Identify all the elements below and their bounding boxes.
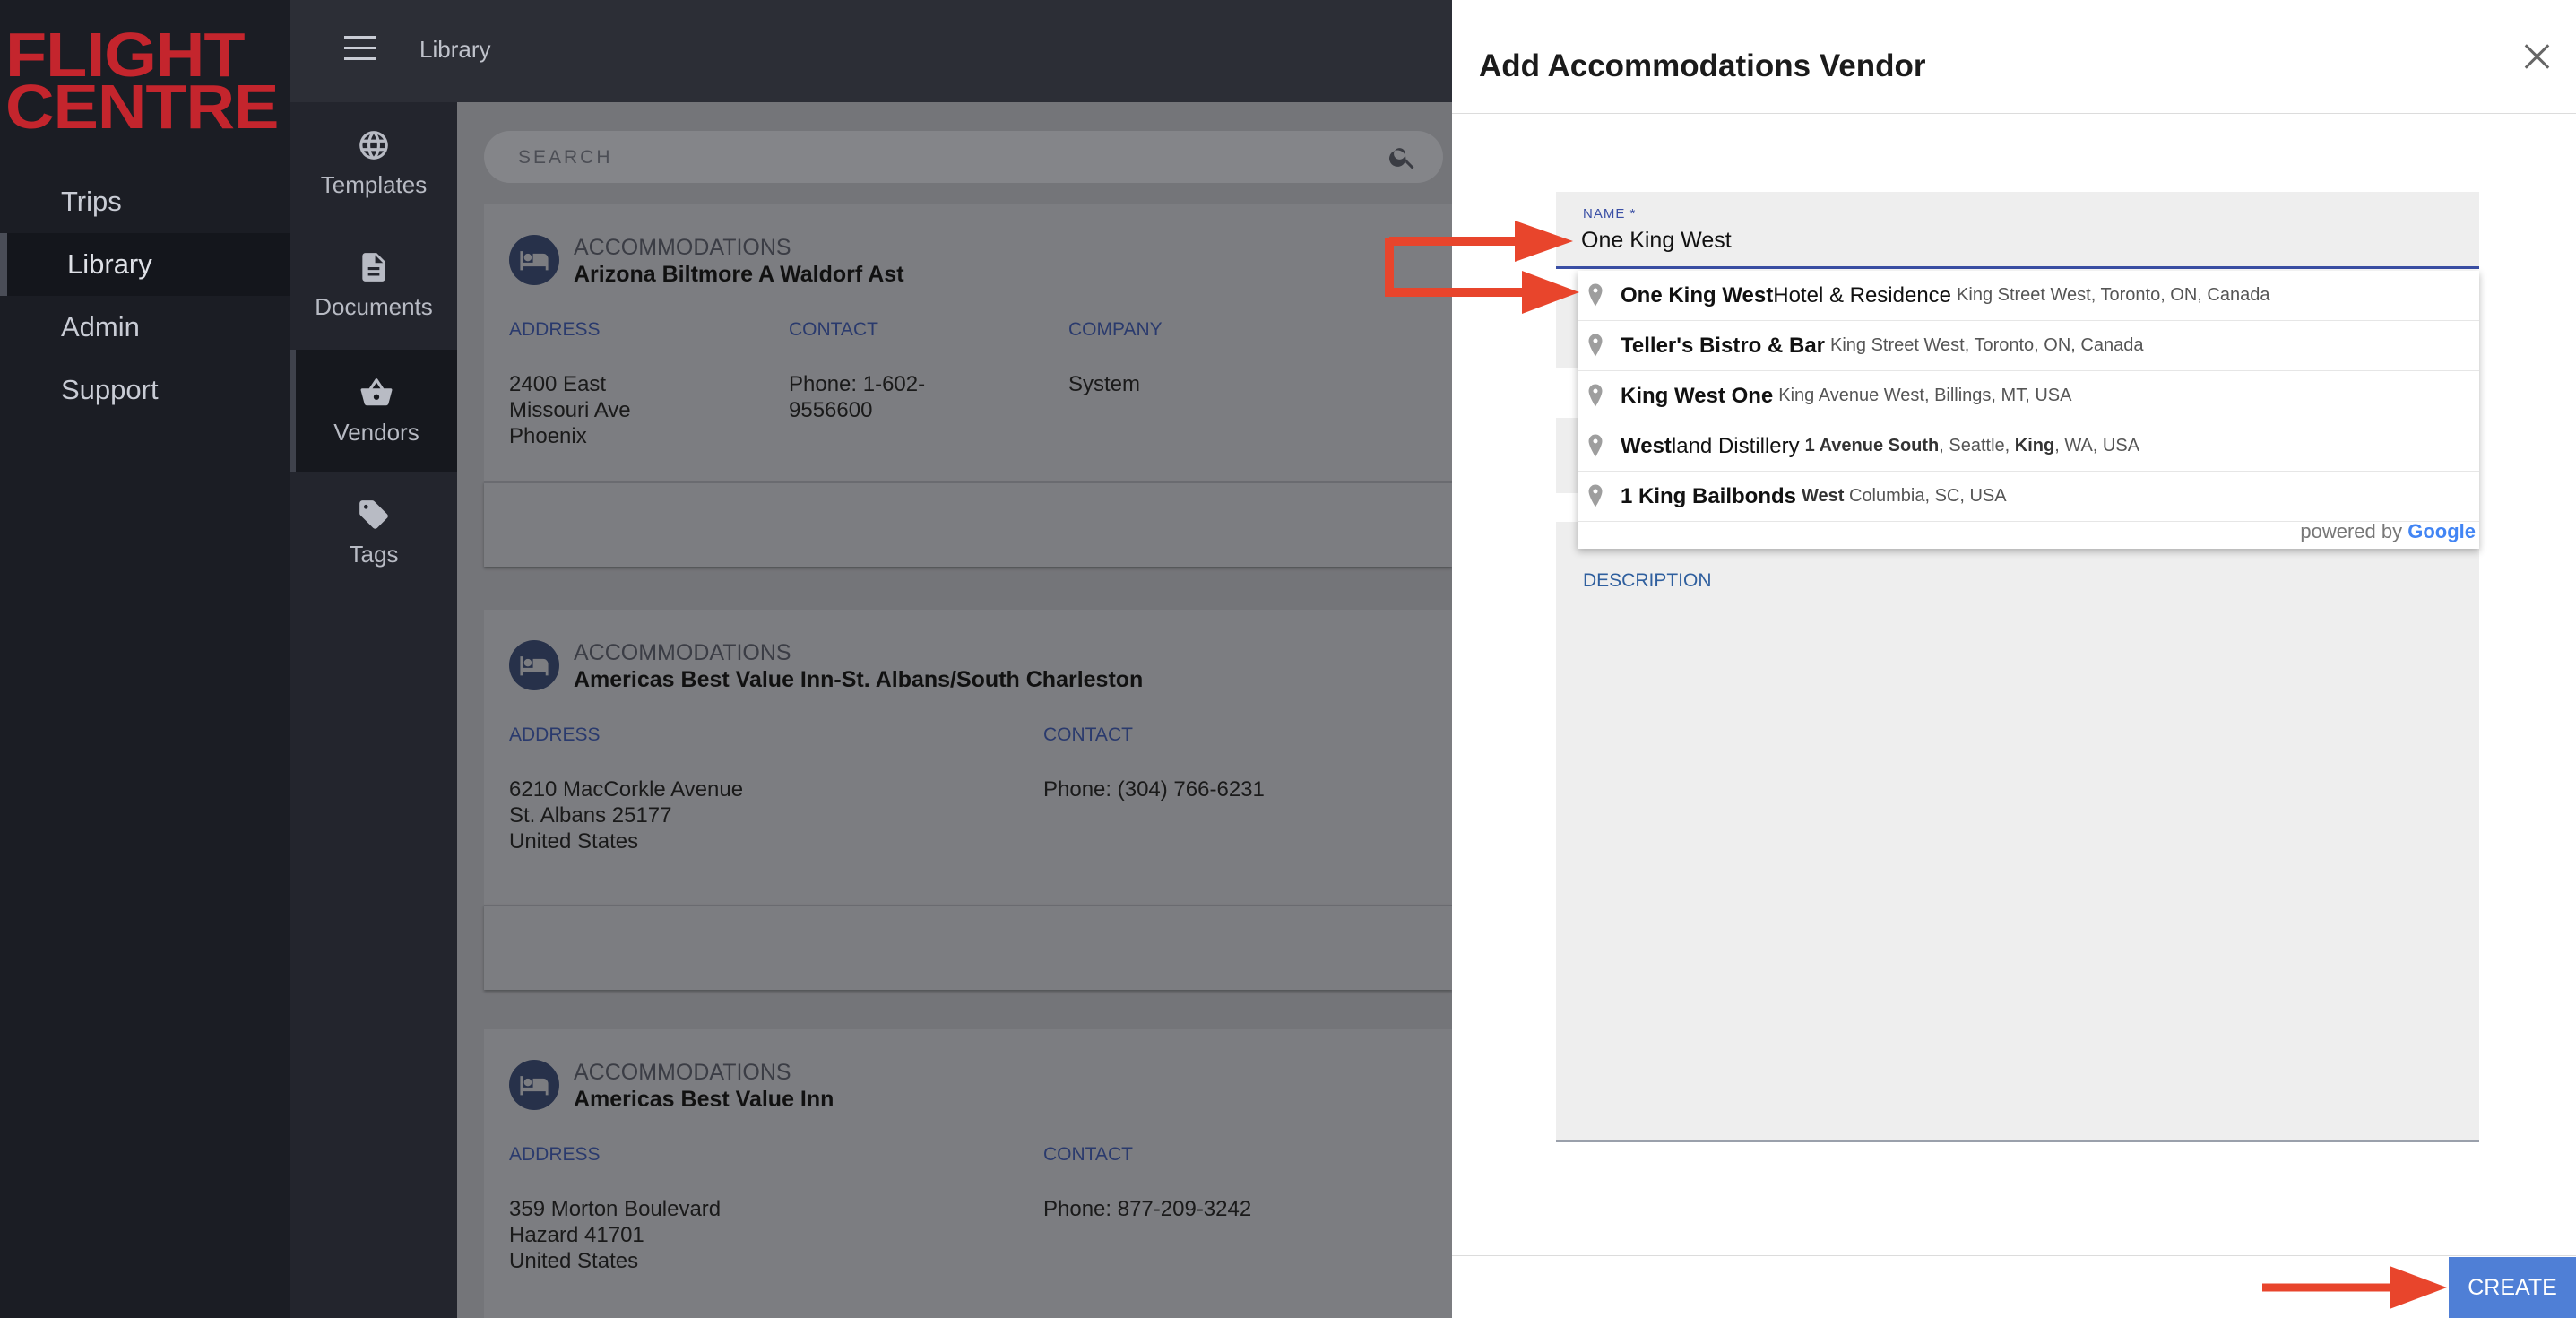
card-title: Arizona Biltmore A Waldorf Ast [574,262,904,287]
contact-label: CONTACT [789,319,878,340]
main-nav: Trips Library Admin Support [0,170,290,421]
bed-icon [509,1060,559,1110]
google-logo: Google [2407,520,2476,542]
menu-icon[interactable] [344,36,376,63]
suggestion-item[interactable]: West land Distillery 1 Avenue South, Sea… [1578,421,2479,472]
suggestion-text: land Distillery [1671,433,1800,458]
rail-item-templates[interactable]: Templates [290,102,457,224]
place-suggestions: One King West Hotel & Residence King Str… [1578,271,2479,549]
map-pin-icon [1588,484,1603,507]
bed-icon [509,640,559,690]
suggestion-item[interactable]: One King West Hotel & Residence King Str… [1578,271,2479,321]
map-pin-icon [1588,334,1603,357]
card-footer [484,481,1452,567]
contact-value: Phone: 1-602- 9556600 [789,372,926,422]
description-label: DESCRIPTION [1583,570,1712,591]
address-label: ADDRESS [509,319,601,340]
suggestion-match: King West One [1621,383,1774,408]
search-input[interactable]: SEARCH [518,147,613,169]
nav-item-trips[interactable]: Trips [0,170,290,233]
rail-label-templates: Templates [320,170,428,198]
description-field[interactable]: DESCRIPTION [1556,522,2479,1142]
company-value: System [1068,372,1141,396]
address-label: ADDRESS [509,1144,601,1165]
suggestion-item[interactable]: 1 King Bailbonds West Columbia, SC, USA [1578,472,2479,522]
logo-line2: CENTRE [5,72,279,142]
name-input[interactable] [1581,228,2388,254]
suggestion-address: King Street West, Toronto, ON, Canada [1957,285,2270,305]
contact-label: CONTACT [1043,724,1133,745]
map-pin-icon [1588,434,1603,457]
card-title: Americas Best Value Inn [574,1087,834,1112]
contact-value: Phone: (304) 766-6231 [1043,777,1265,802]
rail-item-documents[interactable]: Documents [290,224,457,346]
suggestion-item[interactable]: King West One King Avenue West, Billings… [1578,371,2479,421]
close-icon[interactable] [2523,42,2550,69]
company-label: COMPANY [1068,319,1163,340]
powered-by-google: powered by Google [2300,520,2476,542]
basket-icon [360,377,393,405]
vendor-card[interactable]: ACCOMMODATIONS Americas Best Value Inn A… [484,1029,1452,1318]
address-label: ADDRESS [509,724,601,745]
nav-item-support[interactable]: Support [0,359,290,421]
suggestion-item[interactable]: Teller's Bistro & Bar King Street West, … [1578,321,2479,371]
name-field[interactable]: NAME * [1556,192,2479,269]
card-category: ACCOMMODATIONS [574,1060,791,1085]
search-icon[interactable] [1387,142,1418,172]
annotation-arrow [1385,221,1579,314]
document-icon [362,252,385,282]
library-rail: Templates Documents Vendors Tags [290,102,457,1318]
nav-item-library[interactable]: Library [0,233,290,296]
app-sidebar: FLIGHT CENTRE Trips Library Admin Suppor… [0,0,290,1318]
card-footer [484,905,1452,990]
map-pin-icon [1588,384,1603,407]
suggestion-address: West Columbia, SC, USA [1802,486,2007,506]
globe-icon [359,130,388,160]
bed-icon [509,235,559,285]
name-label: NAME * [1583,206,1637,221]
card-title: Americas Best Value Inn-St. Albans/South… [574,667,1144,692]
address-value: 6210 MacCorkle Avenue St. Albans 25177 U… [509,777,744,854]
contact-value: Phone: 877-209-3242 [1043,1197,1252,1221]
search-bar[interactable]: SEARCH [484,131,1443,183]
vendor-list: SEARCH ACCOMMODATIONS Arizona Biltmore A… [457,102,1452,1318]
suggestion-address: King Avenue West, Billings, MT, USA [1778,386,2072,405]
top-bar: Library [290,0,1452,102]
map-pin-icon [1588,283,1603,307]
rail-label-tags: Tags [349,540,399,568]
annotation-arrow [2262,1266,2447,1309]
suggestion-match: 1 King Bailbonds [1621,483,1797,508]
card-category: ACCOMMODATIONS [574,235,791,260]
address-value: 359 Morton Boulevard Hazard 41701 United… [509,1197,722,1273]
suggestion-match: One King West [1621,282,1774,308]
rail-item-tags[interactable]: Tags [290,472,457,594]
rail-item-vendors[interactable]: Vendors [290,350,457,472]
divider [1452,113,2576,114]
suggestion-text: Hotel & Residence [1773,282,1952,308]
nav-item-admin[interactable]: Admin [0,296,290,359]
rail-label-documents: Documents [315,292,433,320]
flight-centre-logo[interactable]: FLIGHT CENTRE [5,23,279,138]
page-title: Library [419,36,491,63]
tag-icon [359,499,388,529]
footer-divider [1452,1255,2576,1256]
vendor-card[interactable]: ACCOMMODATIONS Americas Best Value Inn-S… [484,610,1452,990]
suggestion-match: West [1621,433,1672,458]
card-category: ACCOMMODATIONS [574,640,791,665]
rail-label-vendors: Vendors [333,418,419,446]
suggestion-match: Teller's Bistro & Bar [1621,333,1825,358]
contact-label: CONTACT [1043,1144,1133,1165]
panel-title: Add Accommodations Vendor [1479,48,1926,83]
add-vendor-panel: Add Accommodations Vendor NAME * DESCRIP… [1452,0,2576,1318]
suggestion-address: King Street West, Toronto, ON, Canada [1830,335,2144,355]
address-value: 2400 East Missouri Ave Phoenix [509,372,631,448]
vendor-card[interactable]: ACCOMMODATIONS Arizona Biltmore A Waldor… [484,204,1452,567]
create-button[interactable]: CREATE [2449,1257,2576,1318]
suggestion-address: 1 Avenue South, Seattle, King, WA, USA [1804,436,2140,455]
